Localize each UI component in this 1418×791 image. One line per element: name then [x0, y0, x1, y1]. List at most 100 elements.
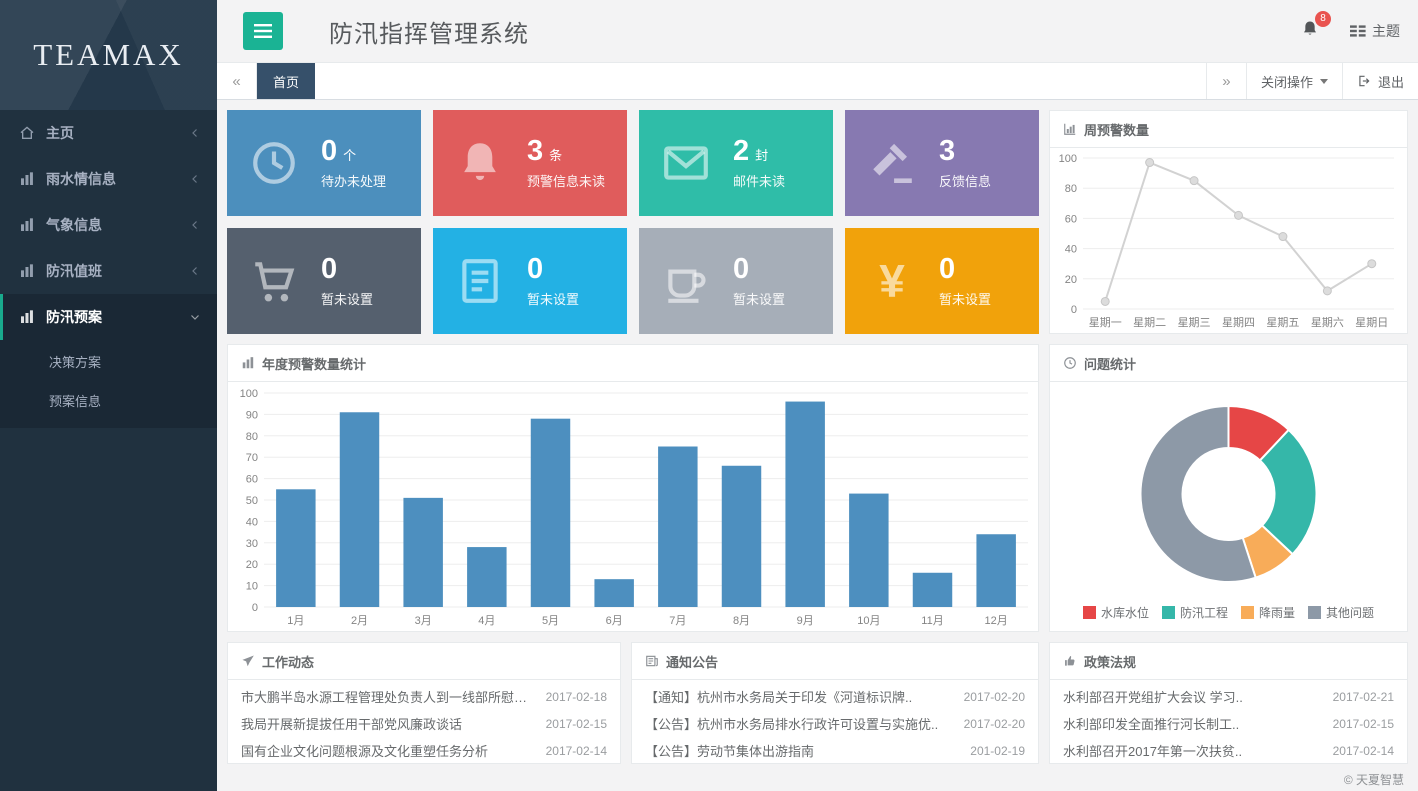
sidebar: TEAMAX 主页 雨水情信息 气象信息	[0, 0, 217, 791]
gavel-icon	[865, 136, 919, 190]
legend-label: 水库水位	[1101, 604, 1149, 621]
topbar: 防汛指挥管理系统 8 主题	[217, 0, 1418, 62]
stat-tile-alerts-unread[interactable]: 3条 预警信息未读	[433, 110, 627, 216]
svg-text:8月: 8月	[733, 615, 750, 627]
stat-tile-unset-1[interactable]: 0 暂未设置	[227, 228, 421, 334]
news-link[interactable]: 国有企业文化问题根源及文化重塑任务分析	[241, 741, 536, 760]
notification-badge: 8	[1315, 11, 1331, 27]
svg-text:9月: 9月	[797, 615, 814, 627]
sidebar-item-label: 主页	[46, 123, 74, 143]
svg-text:50: 50	[246, 495, 258, 507]
news-link[interactable]: 水利部印发全面推行河长制工..	[1063, 714, 1323, 733]
legend-item[interactable]: 其他问题	[1308, 604, 1374, 621]
svg-text:星期六: 星期六	[1311, 316, 1344, 329]
sidebar-item-flood-plans[interactable]: 防汛预案	[0, 294, 217, 340]
panel-header: 通知公告	[632, 643, 1038, 680]
news-link[interactable]: 【通知】杭州市水务局关于印发《河道标识牌..	[645, 687, 954, 706]
news-link[interactable]: 水利部召开党组扩大会议 学习..	[1063, 687, 1323, 706]
tab-home[interactable]: 首页	[257, 63, 315, 99]
chevron-left-icon	[189, 173, 201, 185]
sidebar-item-home[interactable]: 主页	[0, 110, 217, 156]
legend-swatch	[1308, 606, 1321, 619]
news-item: 水利部召开2017年第一次扶贫.. 2017-02-14	[1050, 737, 1407, 764]
tile-unit: 封	[755, 145, 768, 164]
news-item: 水利部印发全面推行河长制工.. 2017-02-15	[1050, 710, 1407, 737]
tile-label: 邮件未读	[733, 171, 785, 190]
tabs-scroll-right-button[interactable]: »	[1206, 63, 1246, 99]
tile-value: 0	[321, 136, 337, 168]
stat-tile-unset-4[interactable]: ¥ 0 暂未设置	[845, 228, 1039, 334]
bar-chart-icon	[19, 309, 35, 325]
cup-icon	[659, 254, 713, 308]
news-link[interactable]: 【公告】杭州市水务局排水行政许可设置与实施优..	[645, 714, 954, 733]
bar-chart-icon	[19, 171, 35, 187]
menu-toggle-button[interactable]	[243, 12, 283, 50]
legend-swatch	[1241, 606, 1254, 619]
svg-text:2月: 2月	[351, 615, 368, 627]
legend-label: 其他问题	[1326, 604, 1374, 621]
svg-text:1月: 1月	[287, 615, 304, 627]
theme-button[interactable]: 主题	[1350, 21, 1400, 41]
tabbar-actions: » 关闭操作 退出	[1206, 63, 1418, 99]
logout-button[interactable]: 退出	[1342, 63, 1418, 99]
stat-tile-todo[interactable]: 0个 待办未处理	[227, 110, 421, 216]
news-item: 国有企业文化问题根源及文化重塑任务分析 2017-02-14	[228, 737, 620, 764]
close-operations-label: 关闭操作	[1261, 72, 1313, 91]
legend-swatch	[1083, 606, 1096, 619]
svg-text:11月: 11月	[921, 615, 943, 627]
news-link[interactable]: 市大鹏半岛水源工程管理处负责人到一线部所慰问新春	[241, 687, 536, 706]
news-list: 市大鹏半岛水源工程管理处负责人到一线部所慰问新春 2017-02-18 我局开展…	[228, 680, 620, 767]
stat-tile-unset-2[interactable]: 0 暂未设置	[433, 228, 627, 334]
news-date: 2017-02-15	[546, 717, 607, 731]
stat-tile-unset-3[interactable]: 0 暂未设置	[639, 228, 833, 334]
tabs-scroll-left-button[interactable]: «	[217, 63, 257, 99]
svg-text:3月: 3月	[415, 615, 432, 627]
newspaper-icon	[645, 654, 659, 668]
svg-text:5月: 5月	[542, 615, 559, 627]
bar-chart-icon	[241, 356, 255, 370]
tile-label: 暂未设置	[527, 289, 579, 308]
close-operations-dropdown[interactable]: 关闭操作	[1246, 63, 1342, 99]
tile-label: 暂未设置	[321, 289, 373, 308]
legend-item[interactable]: 水库水位	[1083, 604, 1149, 621]
tile-label: 待办未处理	[321, 171, 386, 190]
panel-title: 年度预警数量统计	[262, 354, 366, 373]
stat-tile-mail-unread[interactable]: 2封 邮件未读	[639, 110, 833, 216]
news-date: 201-02-19	[970, 744, 1025, 758]
sidebar-item-weather-info[interactable]: 气象信息	[0, 202, 217, 248]
svg-text:60: 60	[1065, 213, 1077, 225]
envelope-icon	[659, 136, 713, 190]
theme-label: 主题	[1372, 21, 1400, 41]
legend-item[interactable]: 降雨量	[1241, 604, 1295, 621]
svg-text:30: 30	[246, 537, 258, 549]
legend-label: 降雨量	[1259, 604, 1295, 621]
sidebar-item-rainwater-info[interactable]: 雨水情信息	[0, 156, 217, 202]
dashboard-content: 0个 待办未处理 3条 预警信息未读	[217, 100, 1418, 791]
stat-tiles-grid: 0个 待办未处理 3条 预警信息未读	[227, 110, 1039, 334]
clock-icon	[247, 136, 301, 190]
panel-header: 年度预警数量统计	[228, 345, 1038, 382]
news-link[interactable]: 【公告】劳动节集体出游指南	[645, 741, 960, 760]
tabbar: « 首页 » 关闭操作 退出	[217, 62, 1418, 100]
tile-label: 暂未设置	[733, 289, 785, 308]
logout-icon	[1357, 74, 1371, 88]
theme-icon	[1350, 24, 1366, 38]
submenu-item-decision-plans[interactable]: 决策方案	[0, 342, 217, 381]
legend-item[interactable]: 防汛工程	[1162, 604, 1228, 621]
news-link[interactable]: 我局开展新提拔任用干部党风廉政谈话	[241, 714, 536, 733]
caret-down-icon	[1320, 79, 1328, 84]
notifications-button[interactable]: 8	[1296, 15, 1324, 48]
tile-value: 2	[733, 136, 749, 168]
stat-tile-feedback[interactable]: 3 反馈信息	[845, 110, 1039, 216]
tile-value: 3	[939, 136, 955, 168]
sidebar-item-flood-duty[interactable]: 防汛值班	[0, 248, 217, 294]
svg-text:10: 10	[246, 580, 258, 592]
submenu-item-plan-info[interactable]: 预案信息	[0, 381, 217, 420]
news-link[interactable]: 水利部召开2017年第一次扶贫..	[1063, 741, 1323, 760]
weekly-alerts-panel: 周预警数量 020406080100星期一星期二星期三星期四星期五星期六星期日	[1049, 110, 1408, 334]
panel-header: 周预警数量	[1050, 111, 1407, 148]
problem-stats-panel: 问题统计 水库水位防汛工程降雨量其他问题	[1049, 344, 1408, 632]
tile-value: 3	[527, 136, 543, 168]
sidebar-nav: 主页 雨水情信息 气象信息	[0, 110, 217, 791]
thumbs-up-icon	[1063, 654, 1077, 668]
